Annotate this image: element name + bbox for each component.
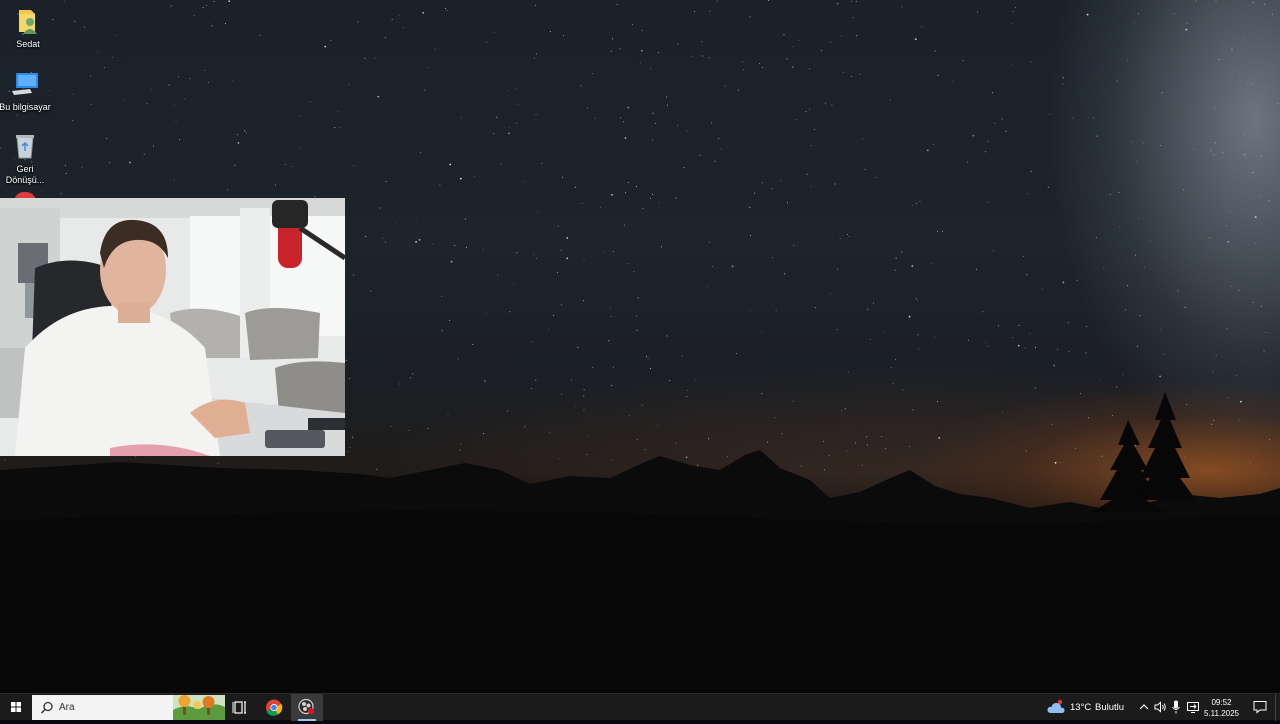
- clock-time: 09:52: [1211, 698, 1232, 707]
- show-desktop-button[interactable]: [1275, 694, 1280, 721]
- speaker-icon: [1154, 701, 1166, 713]
- chrome-icon: [266, 699, 283, 716]
- network-button[interactable]: [1186, 700, 1200, 714]
- notification-icon: [1253, 701, 1267, 714]
- desktop-icon-user-folder[interactable]: Sedat: [0, 6, 56, 50]
- cloud-weather-icon: [1047, 699, 1065, 713]
- taskbar-search-box[interactable]: Ara: [32, 695, 225, 720]
- weather-condition: Bulutlu: [1095, 702, 1125, 713]
- desktop-icon-this-pc[interactable]: Bu bilgisayar: [0, 69, 53, 113]
- search-icon: [40, 701, 53, 714]
- network-icon: [1187, 702, 1199, 713]
- system-clock[interactable]: 09:52 5.11.2025: [1204, 697, 1239, 719]
- weather-temperature: 13°C: [1070, 702, 1092, 713]
- user-folder-icon: [13, 6, 43, 36]
- clock-date: 5.11.2025: [1204, 709, 1239, 718]
- weather-widget[interactable]: [1046, 698, 1066, 716]
- task-view-icon: [232, 701, 246, 714]
- search-highlight-illustration-icon: [173, 695, 225, 720]
- desktop-icon-label: Geri Dönüşü...: [5, 164, 45, 185]
- this-pc-icon: [10, 69, 40, 99]
- webcam-overlay[interactable]: [0, 198, 345, 456]
- action-center-button[interactable]: [1252, 700, 1268, 714]
- desktop-icon-label: Bu bilgisayar: [0, 102, 51, 112]
- task-view-button[interactable]: [224, 694, 256, 721]
- webcam-feed: [0, 198, 345, 456]
- show-hidden-icons-button[interactable]: [1138, 700, 1150, 714]
- microphone-button[interactable]: [1170, 699, 1182, 715]
- volume-button[interactable]: [1153, 700, 1167, 714]
- obs-taskbar-button[interactable]: [291, 694, 323, 721]
- recycle-bin-icon: [10, 131, 40, 161]
- microphone-icon: [1172, 700, 1180, 714]
- desktop-icon-label: Sedat: [16, 39, 40, 49]
- taskbar: Ara 13°C Bulutlu 09:52 5.11.2025: [0, 693, 1280, 721]
- chrome-taskbar-button[interactable]: [258, 694, 290, 721]
- windows-logo-icon: [11, 702, 21, 712]
- chevron-up-icon: [1139, 704, 1149, 710]
- start-button[interactable]: [0, 694, 32, 721]
- search-placeholder: Ara: [59, 702, 75, 713]
- obs-recording-icon: [298, 698, 314, 715]
- desktop-icon-recycle-bin[interactable]: Geri Dönüşü...: [0, 131, 53, 186]
